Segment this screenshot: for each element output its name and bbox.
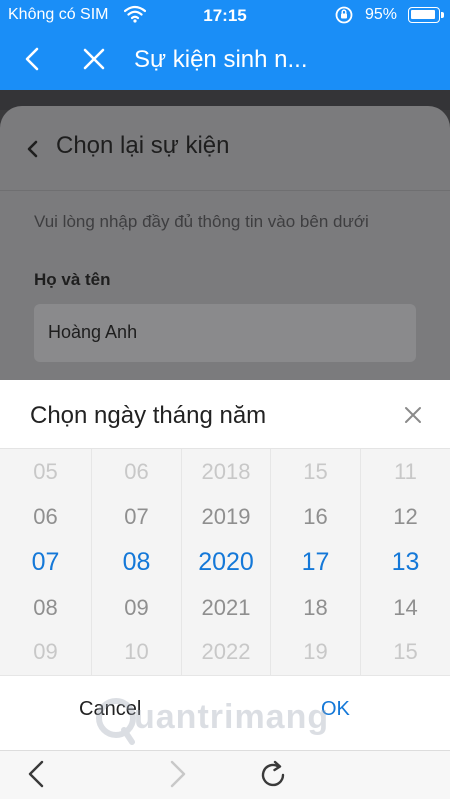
wheel-option[interactable]: 2022 — [182, 639, 270, 665]
wheel-option[interactable]: 2021 — [182, 595, 270, 621]
wheel-column-4[interactable]: 15 16 17 18 19 — [270, 449, 360, 675]
wheel-option[interactable]: 08 — [0, 595, 91, 621]
wheel-option[interactable]: 19 — [271, 639, 360, 665]
reselect-event-link[interactable]: Chọn lại sự kiện — [56, 132, 229, 160]
battery-icon — [408, 7, 444, 23]
wheel-selected[interactable]: 07 — [0, 548, 91, 577]
app-header: Không có SIM 17:15 95% Sự kiện sinh n... — [0, 0, 450, 90]
watermark-text: uantrimang — [134, 698, 330, 736]
wheel-option[interactable]: 11 — [361, 459, 450, 485]
wheel-column-5[interactable]: 11 12 13 14 15 — [360, 449, 450, 675]
divider — [0, 675, 450, 676]
wheel-option[interactable]: 15 — [271, 459, 360, 485]
rotation-lock-icon — [334, 5, 354, 30]
battery-percent: 95% — [365, 6, 398, 23]
wheel-option[interactable]: 09 — [92, 595, 181, 621]
wheel-option[interactable]: 07 — [92, 504, 181, 530]
wheel-option[interactable]: 06 — [92, 459, 181, 485]
status-bar: Không có SIM 17:15 95% — [0, 0, 450, 30]
wheel-selected[interactable]: 2020 — [182, 548, 270, 577]
wheel-option[interactable]: 18 — [271, 595, 360, 621]
name-label: Họ và tên — [34, 270, 111, 289]
page-title: Sự kiện sinh n... — [134, 46, 308, 73]
reload-icon[interactable] — [256, 758, 290, 792]
divider — [0, 190, 450, 191]
browser-toolbar — [0, 750, 450, 799]
date-picker-title: Chọn ngày tháng năm — [30, 402, 267, 429]
wheel-option[interactable]: 16 — [271, 504, 360, 530]
wheel-option[interactable]: 12 — [361, 504, 450, 530]
back-chevron-icon[interactable] — [22, 138, 44, 160]
wheel-option[interactable]: 10 — [92, 639, 181, 665]
back-chevron-icon[interactable] — [18, 44, 48, 74]
wheel-option[interactable]: 09 — [0, 639, 91, 665]
watermark-logo-icon — [96, 698, 136, 745]
wheel-option[interactable]: 2019 — [182, 504, 270, 530]
wheel-option[interactable]: 05 — [0, 459, 91, 485]
browser-back-icon[interactable] — [24, 759, 50, 789]
date-wheels: 05 06 07 08 09 06 07 08 09 10 2018 2019 … — [0, 449, 450, 675]
wheel-selected[interactable]: 17 — [271, 548, 360, 577]
name-field[interactable]: Hoàng Anh — [34, 304, 416, 362]
close-icon[interactable] — [402, 404, 426, 428]
wheel-column-year[interactable]: 2018 2019 2020 2021 2022 — [181, 449, 270, 675]
form-hint: Vui lòng nhập đầy đủ thông tin vào bên d… — [34, 212, 369, 231]
wheel-option[interactable]: 06 — [0, 504, 91, 530]
wheel-option[interactable]: 2018 — [182, 459, 270, 485]
wheel-selected[interactable]: 08 — [92, 548, 181, 577]
wheel-option[interactable]: 15 — [361, 639, 450, 665]
close-icon[interactable] — [80, 45, 110, 75]
watermark: uantrimang — [94, 690, 374, 750]
browser-forward-icon[interactable] — [164, 759, 190, 789]
wheel-column-1[interactable]: 05 06 07 08 09 — [0, 449, 91, 675]
event-form-card: Chọn lại sự kiện Vui lòng nhập đầy đủ th… — [0, 106, 450, 406]
wheel-selected[interactable]: 13 — [361, 548, 450, 577]
wheel-column-2[interactable]: 06 07 08 09 10 — [91, 449, 181, 675]
nav-bar: Sự kiện sinh n... — [0, 30, 450, 90]
wheel-option[interactable]: 14 — [361, 595, 450, 621]
